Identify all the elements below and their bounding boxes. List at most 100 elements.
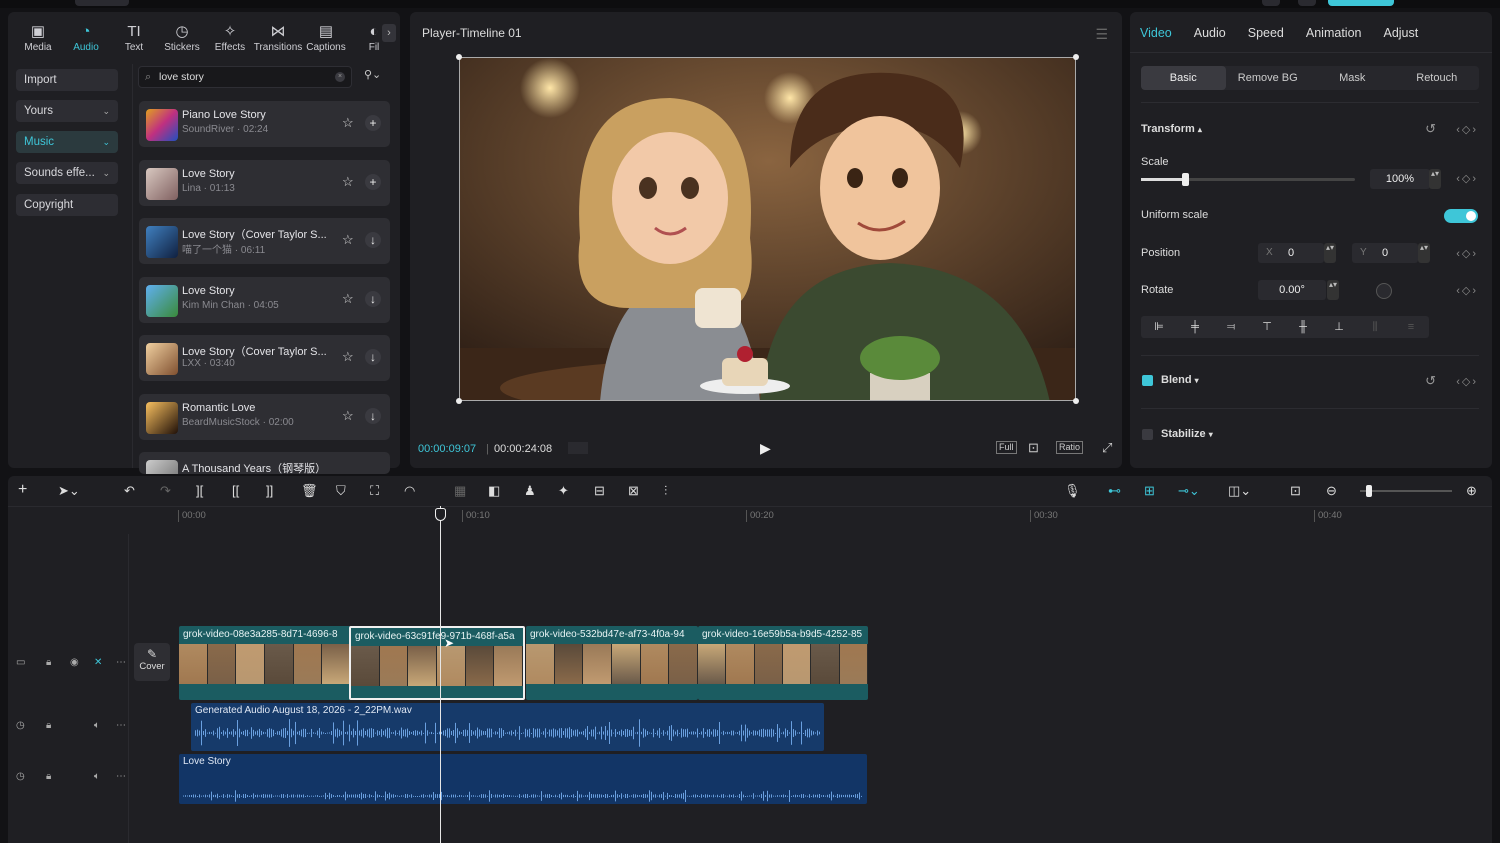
subtab-retouch[interactable]: Retouch [1395,66,1480,90]
tab-speed[interactable]: Speed [1248,26,1284,40]
delete-icon[interactable]: 🗑 [301,483,318,499]
align-left-icon[interactable]: ⊫ [1141,316,1177,338]
zoom-slider[interactable] [1360,485,1452,497]
list-item[interactable]: A Thousand Years（钢琴版） [139,452,390,474]
lock-icon[interactable]: 🔒︎ [46,657,51,668]
reset-icon[interactable]: ↺ [1425,121,1436,137]
sidebar-item-sound-effects[interactable]: Sounds effe... ⌄ [16,162,118,184]
video-clip[interactable]: grok-video-532bd47e-af73-4f0a-94 [526,626,698,700]
replace-icon[interactable]: ⊠ [628,483,639,499]
star-icon[interactable]: ☆ [342,115,354,131]
preview-axis-icon[interactable]: ⊸⌄ [1178,483,1200,499]
menu-icon[interactable]: ☰ [1095,26,1108,43]
zoom-handle[interactable] [1366,485,1372,497]
split-left-icon[interactable]: [[ [232,483,239,498]
time-ruler[interactable]: 00:00 00:10 00:20 00:30 00:40 [178,510,1488,524]
tabs-more-button[interactable]: › [382,24,396,42]
list-item[interactable]: Romantic Love BeardMusicStock · 02:00 ☆ ↓ [139,393,390,440]
tab-adjust[interactable]: Adjust [1383,26,1418,40]
sidebar-item-music[interactable]: Music ⌄ [16,131,118,153]
stabilize-heading[interactable]: Stabilize ▾ [1161,428,1213,440]
export-button[interactable] [1328,0,1394,6]
scale-slider[interactable] [1141,173,1355,186]
lock-icon[interactable]: 🔒︎ [46,720,51,731]
select-tool-icon[interactable]: ➤⌄ [58,483,80,499]
volume-icon[interactable]: 🔈︎ [94,720,100,731]
crop-icon[interactable]: ⛶ [370,483,379,499]
tab-stickers[interactable]: ◷ Stickers [158,18,206,58]
list-item[interactable]: Love Story（Cover Taylor S... 喵了一个猫 · 06:1… [139,218,390,264]
video-clip[interactable]: grok-video-16e59b5a-b9d5-4252-85 [698,626,868,700]
tab-video[interactable]: Video [1140,26,1172,40]
align-bottom-icon[interactable]: ⊥ [1321,316,1357,338]
speed-icon[interactable]: ◠ [404,483,415,499]
audio-track-icon[interactable]: ◷ [16,771,25,782]
uniform-scale-toggle[interactable] [1444,209,1478,223]
resize-handle[interactable] [1073,398,1079,404]
playhead[interactable] [435,506,446,843]
subtab-basic[interactable]: Basic [1141,66,1226,90]
split-right-icon[interactable]: ]] [266,483,273,498]
download-icon[interactable]: ↓ [365,232,381,248]
align-right-icon[interactable]: ⫤ [1213,316,1249,338]
sidebar-item-copyright[interactable]: Copyright [16,194,118,216]
list-item[interactable]: Piano Love Story SoundRiver · 02:24 ☆ + [139,101,390,147]
scale-input[interactable]: 100% [1370,169,1430,189]
caption-icon[interactable]: ⊟ [594,483,605,499]
rotate-input[interactable]: 0.00° [1258,280,1326,300]
cover-button[interactable]: ✎ Cover [134,643,170,681]
star-icon[interactable]: ☆ [342,174,354,190]
play-button[interactable]: ▶ [760,440,771,457]
tab-text[interactable]: TI Text [110,18,158,58]
download-icon[interactable]: ↓ [365,349,381,365]
zoom-in-icon[interactable]: ⊕ [1466,483,1477,499]
subtab-remove-bg[interactable]: Remove BG [1226,66,1311,90]
sidebar-item-import[interactable]: Import [16,69,118,91]
playhead-handle[interactable] [435,508,446,521]
snapshot-icon[interactable]: ⊡ [1028,440,1039,456]
star-icon[interactable]: ☆ [342,291,354,307]
star-icon[interactable]: ☆ [342,349,354,365]
keyframe-icon[interactable]: ‹◇› [1456,284,1478,297]
microphone-icon[interactable]: 🎙 [1064,483,1081,499]
keyframe-icon[interactable]: ‹◇› [1456,172,1478,185]
star-icon[interactable]: ☆ [342,408,354,424]
more-icon[interactable]: ⋯ [116,657,126,668]
list-item[interactable]: Love Story Kim Min Chan · 04:05 ☆ ↓ [139,276,390,323]
position-y-input[interactable]: Y0 [1352,243,1418,263]
lock-icon[interactable]: 🔒︎ [46,771,51,782]
sidebar-item-yours[interactable]: Yours ⌄ [16,100,118,122]
tab-media[interactable]: ▣ Media [14,18,62,58]
split-icon[interactable]: ][ [196,483,203,498]
keyframe-icon[interactable]: ‹◇› [1456,123,1478,136]
position-x-stepper[interactable]: ▴▾ [1324,243,1336,263]
top-button[interactable] [75,0,129,6]
rotate-dial[interactable] [1376,283,1392,299]
resize-handle[interactable] [1073,54,1079,60]
undo-icon[interactable]: ↶ [124,483,135,499]
audio-track-icon[interactable]: ◷ [16,720,25,731]
track-thumbnail-icon[interactable]: ▭ [16,657,25,668]
list-item[interactable]: Love Story（Cover Taylor S... LXX · 03:40 ☆… [139,335,390,381]
link-icon[interactable]: ⊷ [1108,483,1121,499]
magic-icon[interactable]: ✦ [558,483,569,499]
resize-handle[interactable] [456,398,462,404]
transform-heading[interactable]: Transform ▴ [1141,123,1202,135]
zoom-out-icon[interactable]: ⊖ [1326,483,1337,499]
align-top-icon[interactable]: ⊤ [1249,316,1285,338]
blend-heading[interactable]: Blend ▾ [1161,374,1199,386]
add-icon[interactable]: + [365,115,381,131]
ratio-button[interactable]: Ratio [1056,441,1084,454]
tab-effects[interactable]: ✧ Effects [206,18,254,58]
add-icon[interactable]: + [365,173,381,190]
search-input[interactable]: ⌕ love story × [138,66,352,88]
tab-audio[interactable]: Audio [1194,26,1226,40]
position-x-input[interactable]: X0 [1258,243,1324,263]
video-preview[interactable] [459,57,1076,401]
more-icon[interactable]: ⋯ [116,720,126,731]
position-y-stepper[interactable]: ▴▾ [1418,243,1430,263]
blend-checkbox[interactable] [1142,375,1153,386]
reset-icon[interactable]: ↺ [1425,373,1436,389]
align-center-v-icon[interactable]: ╫ [1285,316,1321,338]
tab-transitions[interactable]: ⋈ Transitions [254,18,303,58]
